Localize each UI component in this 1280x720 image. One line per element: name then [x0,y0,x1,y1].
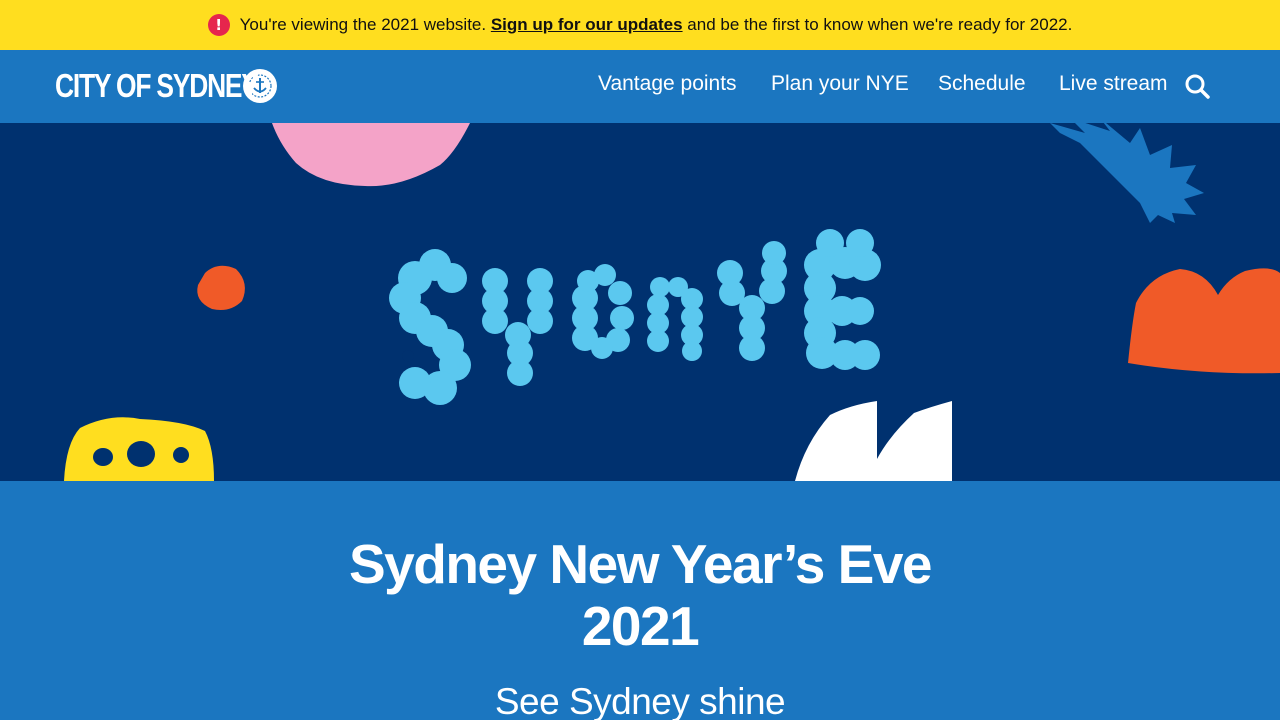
large-orange-shape [1128,268,1280,374]
logo-text: CITY OF SYDNEY [55,67,259,104]
hero-banner [0,123,1280,481]
alert-message-before: You're viewing the 2021 website. [239,15,487,34]
nav-vantage-points[interactable]: Vantage points [598,72,737,96]
orange-blob-shape [197,265,245,310]
nav-live-stream[interactable]: Live stream [1059,72,1168,96]
tagline: See Sydney shine [494,681,786,720]
nav-plan-your-nye[interactable]: Plan your NYE [771,72,909,96]
page-title: Sydney New Year’s Eve [348,533,933,595]
signup-updates-link[interactable]: Sign up for our updates [491,15,683,34]
pink-blob-shape [272,123,470,187]
city-of-sydney-logo[interactable]: CITY OF SYDNEY [55,67,277,105]
alert-icon: ! [207,14,230,36]
alert-message: You're viewing the 2021 website. Sign up… [240,15,1073,35]
page-title-year: 2021 [581,595,700,657]
nav-schedule[interactable]: Schedule [938,72,1026,96]
site-header: CITY OF SYDNEY Vantage points Plan your … [0,50,1280,123]
alert-bar: ! You're viewing the 2021 website. Sign … [0,0,1280,50]
search-button[interactable] [1184,73,1210,99]
spiky-shape [1050,123,1204,223]
alert-message-after: and be the first to know when we're read… [687,15,1073,34]
search-icon [1185,74,1210,99]
sydnye-wordmark [389,229,881,405]
opera-house-shape [795,401,952,481]
main-content: Sydney New Year’s Eve 2021 See Sydney sh… [0,481,1280,720]
